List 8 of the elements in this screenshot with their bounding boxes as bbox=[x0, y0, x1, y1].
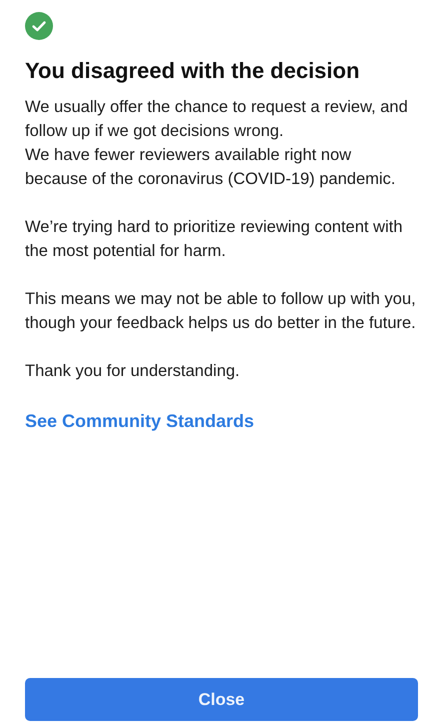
community-standards-link[interactable]: See Community Standards bbox=[25, 411, 254, 432]
close-button[interactable]: Close bbox=[25, 678, 418, 721]
dialog-title: You disagreed with the decision bbox=[25, 57, 360, 85]
body-text: We usually offer the chance to request a review, and follow up if we got decisions wrong. We have fewer reviewers available right now because of the coronavirus (COVID-19) pandemic. bbox=[25, 97, 409, 190]
body-text: Thank you for understanding. bbox=[25, 361, 240, 382]
body-text: This means we may not be able to follow up with you, though your feedback helps us do better in the future. bbox=[25, 289, 417, 334]
checkmark-icon bbox=[25, 12, 53, 40]
body-text: We’re trying hard to prioritize reviewing content with the most potential for harm. bbox=[25, 217, 404, 262]
